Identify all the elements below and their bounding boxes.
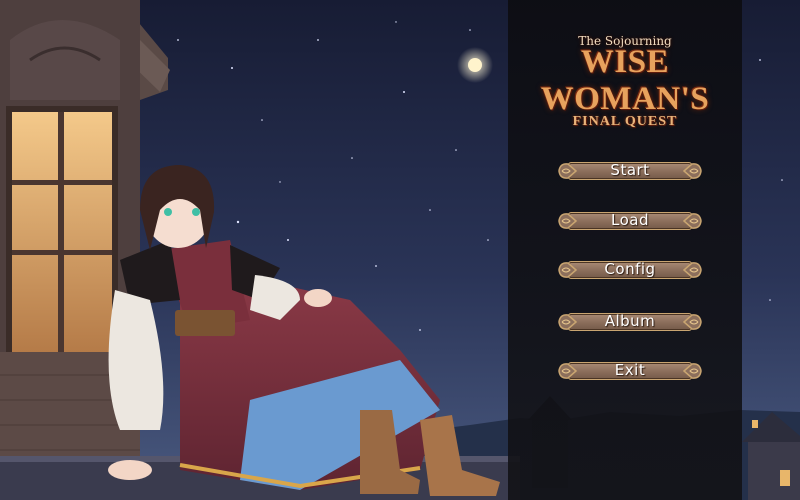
load-button[interactable]: Load [556, 210, 704, 232]
album-button[interactable]: Album [556, 311, 704, 333]
menu-panel [508, 0, 742, 500]
album-button-label: Album [604, 312, 656, 330]
config-button-label: Config [604, 260, 656, 278]
config-button[interactable]: Config [556, 259, 704, 281]
exit-button-label: Exit [614, 361, 646, 379]
moon [468, 58, 482, 72]
start-button-label: Start [610, 161, 650, 179]
start-button[interactable]: Start [556, 160, 704, 182]
load-button-label: Load [611, 211, 649, 229]
exit-button[interactable]: Exit [556, 360, 704, 382]
